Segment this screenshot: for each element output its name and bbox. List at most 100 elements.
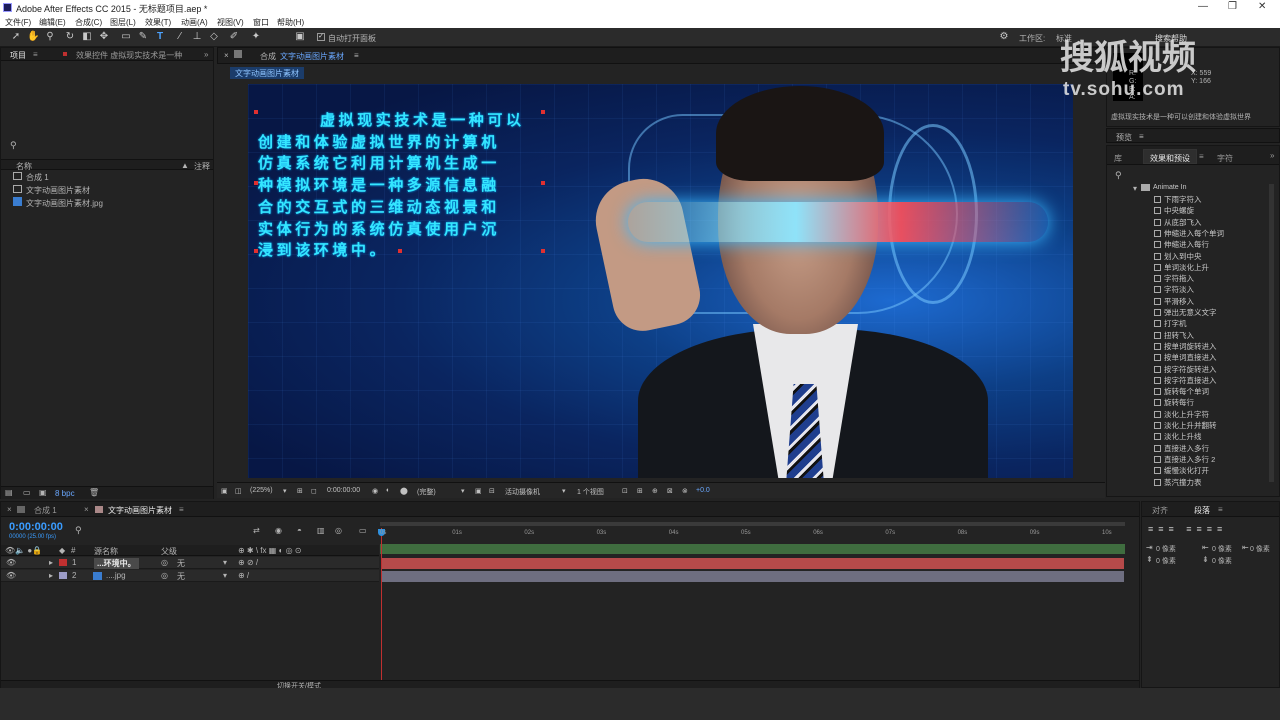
space-before-value[interactable]: 0 像素 bbox=[1156, 556, 1176, 566]
eraser-tool-icon[interactable]: ◇ bbox=[208, 31, 220, 43]
roto-brush-tool-icon[interactable]: ✐ bbox=[228, 31, 240, 43]
menu-icon[interactable]: ≡ bbox=[1199, 152, 1204, 161]
project-item[interactable]: 合成 1 bbox=[26, 172, 49, 183]
menu-window[interactable]: 窗口 bbox=[253, 17, 269, 28]
layer-name[interactable]: ....jpg bbox=[106, 571, 126, 580]
eye-icon[interactable]: 👁 bbox=[6, 558, 16, 567]
bounding-handle[interactable] bbox=[398, 249, 402, 253]
new-comp-icon[interactable]: ▣ bbox=[39, 488, 47, 497]
graph-editor-icon[interactable]: ▭ bbox=[359, 526, 367, 535]
layer-name[interactable]: ...环境中。 bbox=[94, 558, 139, 569]
effect-preset-item[interactable]: 按字符旋转进入 bbox=[1154, 364, 1217, 375]
column-source-name[interactable]: 源名称 bbox=[94, 546, 118, 557]
motion-blur-icon[interactable]: ◎ bbox=[335, 526, 342, 535]
camera-dropdown[interactable]: 活动摄像机 bbox=[505, 487, 540, 497]
effect-preset-item[interactable]: 淡化上升并翻转 bbox=[1154, 420, 1217, 431]
effect-preset-item[interactable]: 弹出无意义文字 bbox=[1154, 307, 1217, 318]
rotate-tool-icon[interactable]: ↻ bbox=[64, 31, 76, 43]
comp-mini-flowchart-icon[interactable]: ⇄ bbox=[253, 526, 260, 535]
tab-preview[interactable]: 预览 bbox=[1116, 132, 1132, 143]
effect-preset-item[interactable]: 下雨字符入 bbox=[1154, 194, 1202, 205]
tab-effects-presets[interactable]: 效果和预设 bbox=[1143, 149, 1197, 164]
region-icon[interactable]: ◫ bbox=[235, 487, 242, 495]
composition-breadcrumb[interactable]: 文字动画图片素材 bbox=[230, 67, 304, 79]
tab-paragraph[interactable]: 段落 bbox=[1194, 505, 1210, 516]
indent-right-value[interactable]: 0 像素 bbox=[1250, 544, 1270, 554]
effect-preset-item[interactable]: 划入到中央 bbox=[1154, 251, 1202, 262]
expand-arrow-icon[interactable]: ▸ bbox=[49, 558, 53, 567]
effect-preset-item[interactable]: 伸缩进入每行 bbox=[1154, 239, 1209, 250]
label-color-swatch[interactable] bbox=[59, 559, 67, 566]
resolution-dropdown[interactable]: (完整) bbox=[417, 487, 436, 497]
views-dropdown[interactable]: 1 个视图 bbox=[577, 487, 604, 497]
bounding-handle[interactable] bbox=[254, 181, 258, 185]
type-tool-icon[interactable]: T bbox=[154, 31, 166, 43]
close-icon[interactable]: × bbox=[7, 505, 12, 514]
label-color-swatch[interactable] bbox=[59, 572, 67, 579]
effect-preset-item[interactable]: 直接进入多行 bbox=[1154, 443, 1209, 454]
tab-project[interactable]: 项目 bbox=[10, 50, 26, 61]
parent-dropdown[interactable]: 无 bbox=[177, 571, 185, 582]
pixel-aspect-icon[interactable]: ⊞ bbox=[637, 487, 643, 495]
menu-icon[interactable]: ≡ bbox=[354, 51, 359, 60]
menu-icon[interactable]: ≡ bbox=[1139, 132, 1144, 141]
effect-preset-item[interactable]: 扭转飞入 bbox=[1154, 330, 1194, 341]
bounding-handle[interactable] bbox=[541, 181, 545, 185]
tab-effect-controls[interactable]: 效果控件 虚拟现实技术是一种 bbox=[76, 50, 182, 61]
frame-blending-icon[interactable]: ▥ bbox=[317, 526, 325, 535]
tab-character[interactable]: 字符 bbox=[1217, 153, 1233, 164]
effect-preset-item[interactable]: 按单词直接进入 bbox=[1154, 352, 1217, 363]
pen-tool-icon[interactable]: ✎ bbox=[137, 31, 149, 43]
layer-bar[interactable] bbox=[382, 558, 1124, 569]
workspace-icon[interactable]: ⚙ bbox=[998, 31, 1010, 43]
timeline-icon[interactable]: ⊠ bbox=[667, 487, 673, 495]
clone-stamp-tool-icon[interactable]: ⊥ bbox=[191, 31, 203, 43]
menu-file[interactable]: 文件(F) bbox=[5, 17, 31, 28]
auto-open-checkbox[interactable]: ✓ bbox=[317, 33, 325, 41]
layer-bar[interactable] bbox=[382, 571, 1124, 582]
layer-row[interactable]: 👁 ▸ 2 ....jpg ◎ 无 ▾ ⊕ / bbox=[1, 570, 379, 582]
expand-icon[interactable]: » bbox=[204, 50, 208, 59]
folder-label[interactable]: Animate In bbox=[1153, 184, 1186, 191]
effect-preset-item[interactable]: 字符拖入 bbox=[1154, 273, 1194, 284]
tab-label[interactable]: 合成 bbox=[260, 51, 276, 62]
space-after-value[interactable]: 0 像素 bbox=[1212, 556, 1232, 566]
tab-library[interactable]: 库 bbox=[1114, 153, 1122, 164]
menu-icon[interactable]: ≡ bbox=[179, 505, 184, 514]
delete-icon[interactable]: 🗑 bbox=[89, 488, 99, 497]
menu-view[interactable]: 视图(V) bbox=[217, 17, 244, 28]
menu-animation[interactable]: 动画(A) bbox=[181, 17, 208, 28]
channel-icon[interactable]: ⬤ bbox=[400, 487, 408, 495]
bpc-label[interactable]: 8 bpc bbox=[55, 489, 75, 498]
draft-3d-icon[interactable]: ◉ bbox=[275, 526, 282, 535]
close-icon[interactable]: × bbox=[224, 51, 229, 60]
hand-tool-icon[interactable]: ✋ bbox=[27, 31, 39, 43]
current-time[interactable]: 0:00:00:00 bbox=[327, 487, 360, 494]
sort-icon[interactable]: ▲ bbox=[181, 161, 189, 170]
effect-preset-item[interactable]: 从底部飞入 bbox=[1154, 217, 1202, 228]
show-snapshot-icon[interactable]: ◐ bbox=[386, 487, 390, 494]
zoom-tool-icon[interactable]: ⚲ bbox=[44, 31, 56, 43]
fast-preview-icon[interactable]: ⊕ bbox=[652, 487, 658, 495]
exposure-value[interactable]: +0.0 bbox=[696, 487, 710, 494]
effect-preset-item[interactable]: 按字符直接进入 bbox=[1154, 375, 1217, 386]
selection-tool-icon[interactable]: ➚ bbox=[10, 31, 22, 43]
menu-icon[interactable]: ≡ bbox=[33, 50, 38, 59]
tab-active-comp[interactable]: 文字动画图片素材 bbox=[108, 505, 172, 516]
shy-icon[interactable]: ◓ bbox=[297, 526, 302, 535]
always-preview-icon[interactable]: ▣ bbox=[221, 487, 228, 495]
effect-preset-item[interactable]: 伸缩进入每个单词 bbox=[1154, 228, 1224, 239]
effect-preset-item[interactable]: 直接进入多行 2 bbox=[1154, 454, 1215, 465]
scrollbar[interactable] bbox=[1269, 184, 1274, 482]
layer-row[interactable]: 👁 ▸ 1 ...环境中。 ◎ 无 ▾ ⊕ ⊘ / bbox=[1, 557, 379, 569]
search-icon[interactable]: ⚲ bbox=[75, 525, 82, 536]
project-item[interactable]: 文字动画图片素材.jpg bbox=[26, 198, 103, 209]
effect-preset-item[interactable]: 单词淡化上升 bbox=[1154, 262, 1209, 273]
new-folder-icon[interactable]: ▭ bbox=[23, 488, 31, 497]
indent-first-icon[interactable]: ⇤ bbox=[1202, 543, 1209, 552]
indent-left-icon[interactable]: ⇥ bbox=[1146, 543, 1153, 552]
bounding-handle[interactable] bbox=[541, 249, 545, 253]
transparency-grid-icon[interactable]: ⊟ bbox=[489, 487, 495, 495]
tab-align[interactable]: 对齐 bbox=[1152, 505, 1168, 516]
parent-pickwhip-icon[interactable]: ◎ bbox=[161, 571, 168, 580]
